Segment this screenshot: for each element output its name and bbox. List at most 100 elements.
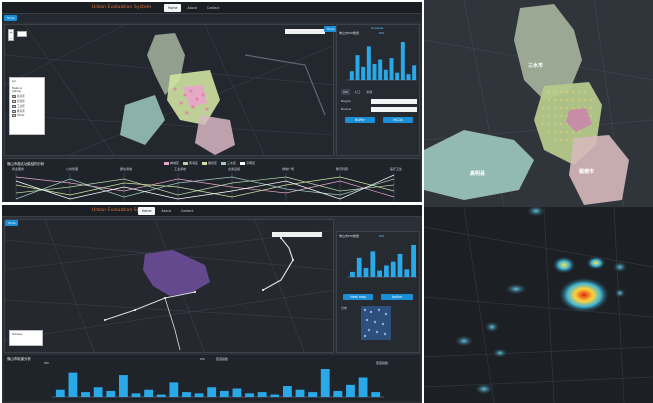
bar[interactable] (390, 261, 396, 277)
bar[interactable] (194, 393, 204, 397)
bar[interactable] (363, 268, 369, 277)
nav-tab-about[interactable]: About (183, 4, 200, 12)
bottom-app-window: Urban Evaluation System Home About Conta… (2, 205, 422, 403)
bar[interactable] (361, 66, 366, 80)
mode-tab[interactable]: POI (341, 89, 351, 95)
bar[interactable] (333, 390, 343, 397)
parallel-lines-svg (15, 173, 395, 201)
bar[interactable] (282, 386, 292, 397)
tools-button[interactable]: Tools (4, 15, 18, 21)
bar[interactable] (356, 257, 362, 277)
bar[interactable] (395, 72, 400, 80)
legend-label: 教育区 (17, 110, 25, 113)
axis-label: 交通设施 (228, 167, 241, 171)
bar[interactable] (144, 389, 154, 397)
parallel-legend-item[interactable]: 南海区 (183, 161, 198, 165)
bar[interactable] (232, 388, 242, 397)
bar[interactable] (245, 393, 254, 397)
heat-map-view (424, 207, 653, 403)
bar[interactable] (349, 71, 354, 80)
heat-hotspot (454, 335, 474, 347)
bar[interactable] (270, 394, 280, 397)
heat-map-svg (424, 207, 653, 403)
nav-tab-about[interactable]: About (157, 207, 174, 215)
bar[interactable] (257, 392, 267, 397)
bar[interactable] (182, 392, 191, 397)
tools-button[interactable]: Tools (5, 220, 19, 226)
map-search-input[interactable] (272, 232, 322, 237)
chart-title: 佛山市POI数量 (339, 234, 360, 238)
bar[interactable] (400, 42, 405, 80)
heat-hotspot (484, 321, 500, 333)
nav-tab-home[interactable]: Home (138, 207, 156, 215)
mcda-button[interactable]: MCDA (383, 117, 413, 123)
mode-tabs: POI 人口 交通 (341, 89, 374, 95)
heat-hotspot (504, 283, 528, 295)
poi-bar-chart-bottom (347, 245, 417, 278)
bar[interactable] (118, 375, 128, 397)
subway-map-svg (5, 220, 333, 352)
legend-item: 工业区 (12, 104, 42, 108)
bar[interactable] (404, 269, 410, 277)
bar[interactable] (55, 389, 65, 397)
bar[interactable] (406, 74, 411, 80)
bar[interactable] (412, 65, 417, 80)
heat-map-button[interactable]: Heat map (343, 294, 373, 300)
mode-tab[interactable]: 人口 (352, 89, 362, 95)
bar[interactable] (372, 63, 377, 80)
isoline-button[interactable]: Isoline (381, 294, 413, 300)
district-label: 三水市 (528, 63, 544, 69)
parallel-legend-item[interactable]: 三水区 (221, 161, 236, 165)
legend-swatch (12, 114, 16, 117)
bar[interactable] (308, 392, 318, 397)
bar[interactable] (169, 382, 179, 397)
legend-label: 商业区 (17, 95, 25, 98)
parallel-legend-item[interactable]: 禅城区 (164, 161, 179, 165)
bar[interactable] (346, 384, 355, 397)
bar[interactable] (207, 387, 217, 397)
bottom-map[interactable]: Subway (4, 219, 334, 353)
map-search-input[interactable] (285, 29, 325, 34)
bar[interactable] (358, 377, 368, 397)
bar[interactable] (131, 393, 141, 397)
buffer-button[interactable]: Buffer (345, 117, 375, 123)
bar[interactable] (377, 270, 382, 277)
bar[interactable] (371, 392, 381, 397)
nav-tab-home[interactable]: Home (164, 4, 182, 12)
bar[interactable] (219, 390, 229, 397)
region-select[interactable] (371, 99, 417, 104)
bar[interactable] (355, 55, 360, 80)
bar[interactable] (397, 253, 403, 277)
bar[interactable] (81, 392, 90, 397)
legend-header: Subway (12, 333, 23, 336)
bar[interactable] (350, 271, 355, 277)
nav-tab-contact[interactable]: Contact (177, 207, 197, 215)
radius-input[interactable] (371, 107, 417, 112)
bar[interactable] (411, 245, 416, 277)
draw-tool[interactable] (17, 31, 27, 37)
bar[interactable] (93, 387, 103, 397)
mode-tab[interactable]: 交通 (364, 89, 374, 95)
map-legend: poi Feature (Value) 商业区 居住区 工业区 教育区 Othe… (9, 77, 45, 135)
legend-item: 商业区 (12, 94, 42, 98)
parallel-legend-item[interactable]: 高明区 (240, 161, 255, 165)
bar[interactable] (320, 369, 330, 397)
bar[interactable] (295, 389, 305, 397)
bar[interactable] (389, 58, 394, 80)
bar[interactable] (384, 265, 389, 277)
bar[interactable] (106, 390, 116, 397)
bar[interactable] (383, 69, 388, 80)
panel-heading: Analysis (371, 26, 384, 30)
bar[interactable] (378, 59, 383, 80)
radius-label: Radius (341, 107, 352, 111)
bottom-analysis-panel: 佛山市POI数量 POI Heat map Isoline 分布 (336, 231, 420, 353)
bar[interactable] (156, 394, 166, 397)
bar[interactable] (370, 251, 376, 277)
top-map[interactable]: + − poi Feature (Value) 商业区 居住区 工业区 教育区 … (4, 24, 334, 156)
axis-label: 绿地广场 (282, 167, 295, 171)
parallel-legend-item[interactable]: 顺德区 (202, 161, 217, 165)
nav-tab-contact[interactable]: Contact (203, 4, 223, 12)
zoom-out-button[interactable]: − (9, 36, 13, 42)
bar[interactable] (68, 372, 78, 397)
bar[interactable] (366, 46, 371, 80)
